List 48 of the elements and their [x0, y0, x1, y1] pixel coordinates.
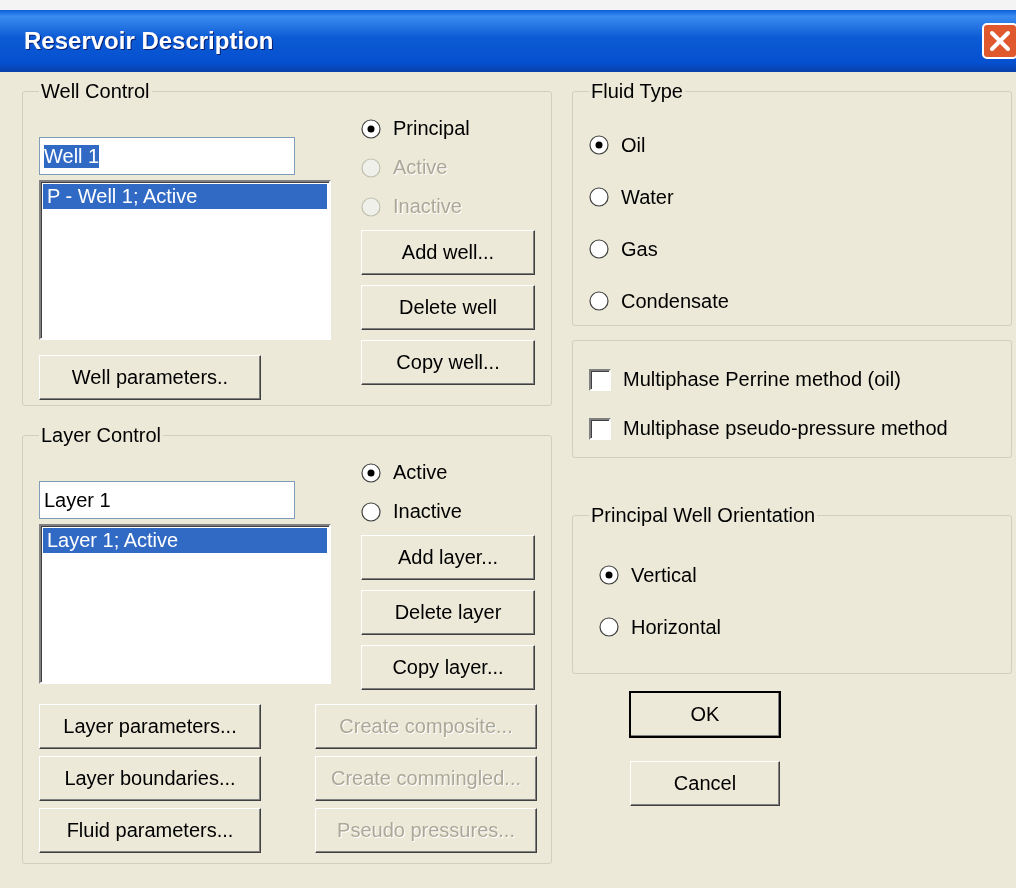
list-item[interactable]: Layer 1; Active	[43, 528, 327, 553]
group-title: Well Control	[40, 80, 151, 103]
radio-button[interactable]	[361, 462, 381, 483]
group-title: Layer Control	[40, 424, 163, 447]
radio-button[interactable]	[589, 187, 609, 207]
radio-label: Horizontal	[631, 615, 722, 639]
dialog-button[interactable]: Delete well	[361, 285, 535, 330]
radio-button[interactable]	[589, 291, 609, 311]
dialog-button[interactable]: Copy layer...	[361, 645, 535, 690]
dialog-button[interactable]: Fluid parameters...	[39, 808, 261, 853]
dialog-button[interactable]: Well parameters..	[39, 355, 261, 400]
close-icon[interactable]	[982, 23, 1016, 59]
dialog-button[interactable]: Delete layer	[361, 590, 535, 635]
radio-label: Inactive	[393, 195, 462, 218]
radio-label: Vertical	[631, 563, 697, 587]
radio-button[interactable]	[599, 565, 619, 585]
dialog-button[interactable]: Cancel	[630, 761, 780, 806]
window-title: Reservoir Description	[24, 27, 274, 55]
list-box[interactable]: P - Well 1; Active	[39, 180, 331, 340]
radio-label: Inactive	[393, 500, 462, 523]
radio-label: Condensate	[621, 289, 729, 313]
checkbox[interactable]	[589, 368, 611, 391]
list-box[interactable]: Layer 1; Active	[39, 524, 331, 684]
radio-button[interactable]	[599, 617, 619, 637]
name-field[interactable]: Layer 1	[39, 481, 295, 519]
radio-button[interactable]	[589, 239, 609, 259]
radio-label: Active	[393, 461, 448, 484]
radio-label: Principal	[393, 117, 470, 140]
group-title: Fluid Type	[590, 80, 684, 103]
checkbox-label: Multiphase pseudo-pressure method	[623, 417, 948, 440]
checkbox[interactable]	[589, 417, 611, 440]
list-item[interactable]: P - Well 1; Active	[43, 184, 327, 209]
group-title: Principal Well Orientation	[590, 504, 817, 527]
radio-label: Gas	[621, 237, 658, 261]
dialog-button[interactable]: Layer parameters...	[39, 704, 261, 749]
dialog-button[interactable]: OK	[630, 692, 780, 737]
dialog-button[interactable]: Add layer...	[361, 535, 535, 580]
dialog-button[interactable]: Layer boundaries...	[39, 756, 261, 801]
dialog-button[interactable]: Add well...	[361, 230, 535, 275]
radio-button[interactable]	[361, 118, 381, 139]
radio-label: Water	[621, 185, 674, 209]
radio-label: Active	[393, 156, 448, 179]
name-field[interactable]: Well 1	[39, 137, 295, 175]
radio-button[interactable]	[361, 501, 381, 522]
dialog-button[interactable]: Copy well...	[361, 340, 535, 385]
radio-button[interactable]	[589, 135, 609, 155]
radio-label: Oil	[621, 133, 646, 157]
checkbox-label: Multiphase Perrine method (oil)	[623, 368, 901, 391]
